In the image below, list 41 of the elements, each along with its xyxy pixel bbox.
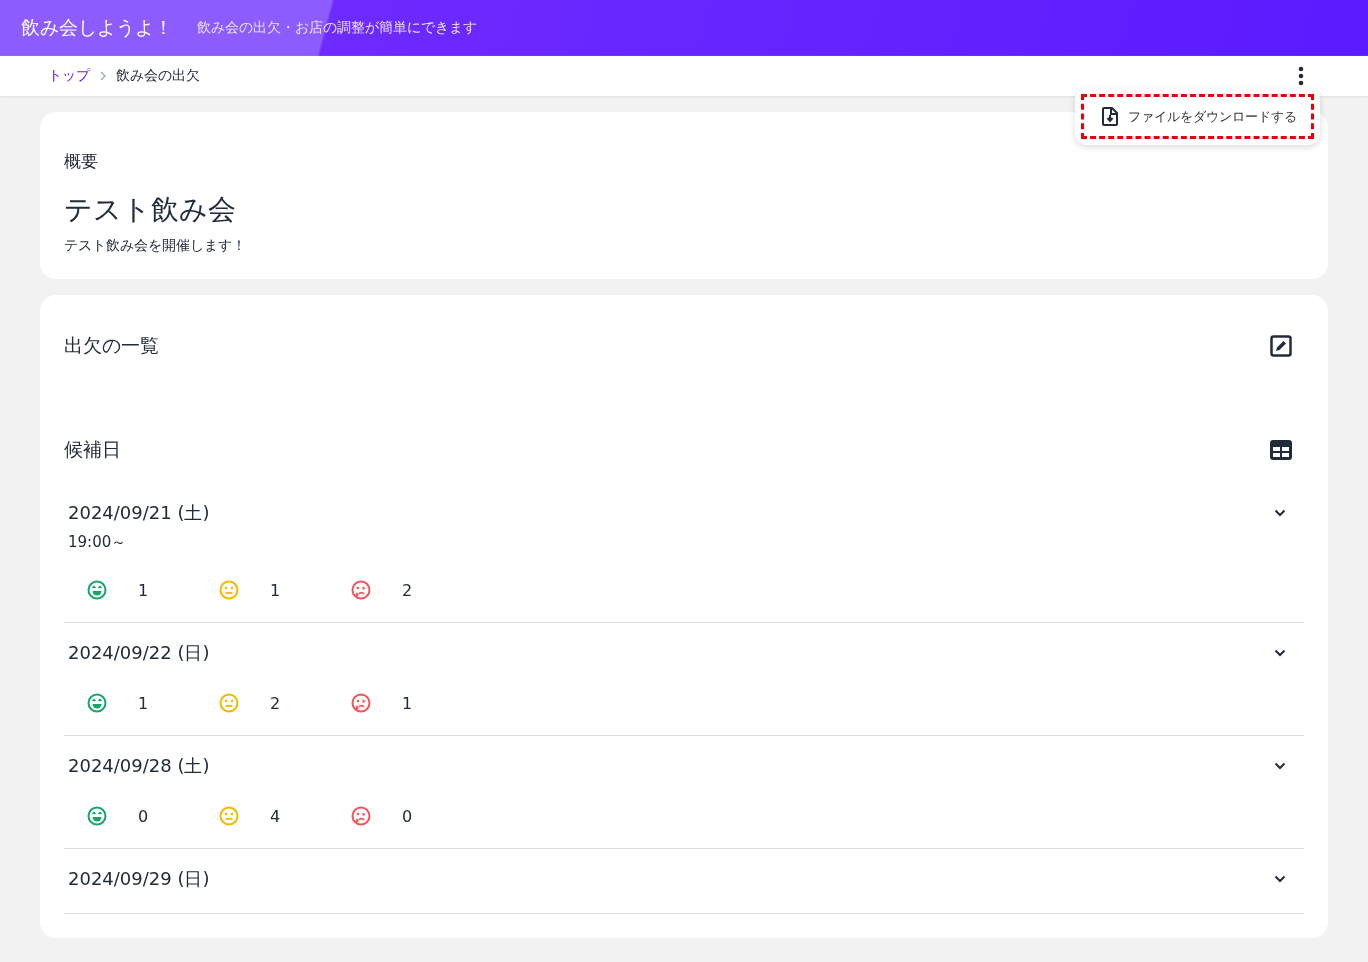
sad-face-icon: [351, 693, 371, 713]
section-heading: 候補日: [64, 437, 121, 462]
event-description: テスト飲み会を開催します！: [64, 237, 247, 255]
breadcrumb-current: 飲み会の出欠: [116, 67, 200, 85]
candidate-date: 2024/09/22 (日): [68, 641, 210, 665]
neutral-face-icon: [219, 693, 239, 713]
chevron-down-icon[interactable]: [1274, 762, 1286, 770]
sad-face-icon: [351, 806, 371, 826]
app-title[interactable]: 飲み会しようよ！: [21, 15, 173, 41]
section-heading: 概要: [64, 150, 99, 173]
candidate-date: 2024/09/29 (日): [68, 867, 210, 891]
candidate-date: 2024/09/21 (土): [68, 501, 210, 525]
smiling-face-icon: [87, 580, 107, 600]
file-download-icon: [1102, 107, 1118, 126]
response-count: 1: [270, 580, 281, 600]
candidate-time: 19:00～: [68, 533, 128, 552]
neutral-face-icon: [219, 580, 239, 600]
section-heading: 出欠の一覧: [64, 333, 159, 358]
table-icon[interactable]: [1270, 440, 1292, 460]
response-count: 1: [138, 580, 149, 600]
neutral-face-icon: [219, 806, 239, 826]
response-count: 4: [270, 806, 281, 826]
app-tagline: 飲み会の出欠・お店の調整が簡単にできます: [197, 19, 477, 37]
smiling-face-icon: [87, 693, 107, 713]
smiling-face-icon: [87, 806, 107, 826]
chevron-right-icon: [100, 71, 106, 81]
candidate-date: 2024/09/28 (土): [68, 754, 210, 778]
response-count: 1: [402, 693, 413, 713]
response-count: 0: [138, 806, 149, 826]
chevron-down-icon[interactable]: [1274, 649, 1286, 657]
sad-face-icon: [351, 580, 371, 600]
chevron-down-icon[interactable]: [1274, 509, 1286, 517]
response-count: 2: [402, 580, 413, 600]
response-count: 1: [138, 693, 149, 713]
response-count: 2: [270, 693, 281, 713]
download-menu-item[interactable]: ファイルをダウンロードする: [1081, 94, 1314, 139]
chevron-down-icon[interactable]: [1274, 875, 1286, 883]
edit-icon[interactable]: [1270, 335, 1292, 357]
event-title: テスト飲み会: [64, 192, 237, 228]
response-count: 0: [402, 806, 413, 826]
breadcrumb-link[interactable]: トップ: [48, 67, 90, 85]
